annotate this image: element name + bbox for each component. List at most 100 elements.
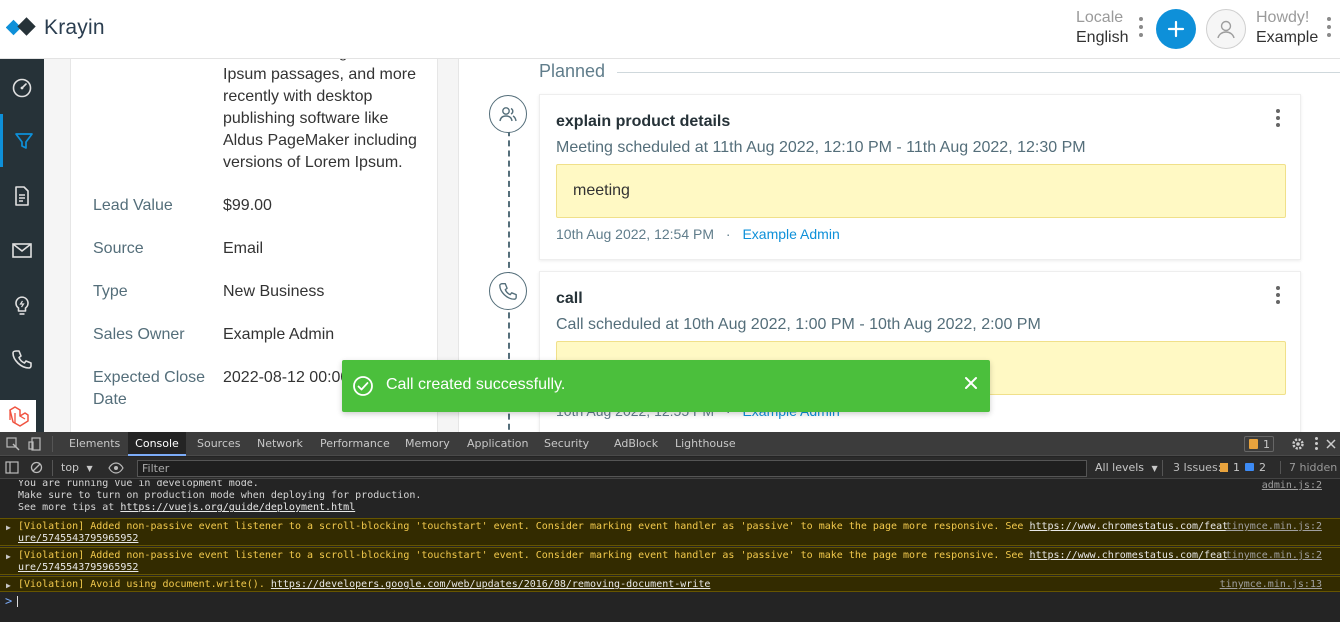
log-link[interactable]: https://www.chromestatus.com/feat xyxy=(1029,550,1228,561)
dashboard-icon xyxy=(12,78,32,97)
log-link[interactable]: https://developers.google.com/web/update… xyxy=(271,579,711,590)
dropdown-arrow-icon: ▼ xyxy=(86,464,93,473)
activity-created-at: 10th Aug 2022, 12:54 PM xyxy=(556,226,715,242)
sidebar xyxy=(0,59,44,432)
console-filter-input[interactable] xyxy=(137,460,1087,477)
tab-application[interactable]: Application xyxy=(465,432,530,456)
sidebar-item-activities[interactable] xyxy=(0,278,44,331)
user-icon xyxy=(1217,20,1235,39)
user-avatar[interactable] xyxy=(1206,9,1246,49)
log-entry-violation[interactable]: ▶ [Violation] Avoid using document.write… xyxy=(0,576,1340,592)
activity-note: meeting xyxy=(556,164,1286,218)
quick-create-button[interactable] xyxy=(1156,9,1196,49)
top-header: Krayin Locale English Howdy! Example xyxy=(0,0,1340,59)
sidebar-toggle-icon[interactable] xyxy=(5,461,19,474)
attr-value: Example Admin xyxy=(223,326,335,343)
activity-author-link[interactable]: Example Admin xyxy=(742,226,839,242)
log-source-link[interactable]: admin.js:2 xyxy=(1262,480,1322,492)
issues-count: 1 xyxy=(1263,438,1270,451)
meta-separator: · xyxy=(725,226,731,242)
user-more-icon[interactable] xyxy=(1326,17,1332,41)
log-text: [Violation] Avoid using document.write()… xyxy=(18,579,271,590)
devtools-panel: Elements Console Sources Network Perform… xyxy=(0,432,1340,622)
log-entry-violation[interactable]: ▶ [Violation] Added non-passive event li… xyxy=(0,547,1340,575)
tab-lighthouse[interactable]: Lighthouse xyxy=(673,432,738,456)
tab-performance[interactable]: Performance xyxy=(318,432,392,456)
expand-arrow-icon[interactable]: ▶ xyxy=(6,580,11,592)
log-link[interactable]: https://vuejs.org/guide/deployment.html xyxy=(120,502,355,513)
lightbulb-icon xyxy=(15,295,29,315)
document-icon xyxy=(15,185,29,206)
timeline-call-marker xyxy=(489,272,527,310)
activity-more-icon[interactable] xyxy=(1275,286,1281,307)
log-source-link[interactable]: tinymce.min.js:2 xyxy=(1226,550,1322,562)
clear-console-icon[interactable] xyxy=(30,461,43,474)
sidebar-item-mail[interactable] xyxy=(0,223,44,276)
app-root: Krayin Locale English Howdy! Example Ips… xyxy=(0,0,1340,622)
devtools-tabbar: Elements Console Sources Network Perform… xyxy=(0,432,1340,456)
dropdown-arrow-icon: ▼ xyxy=(1151,464,1158,473)
expand-arrow-icon[interactable]: ▶ xyxy=(6,551,11,563)
gear-icon[interactable] xyxy=(1291,437,1305,451)
issues-counter-button[interactable]: 1 xyxy=(1244,436,1274,452)
text-caret xyxy=(17,596,18,607)
tab-sources[interactable]: Sources xyxy=(195,432,243,456)
lead-description: sheets containing Lorem Ipsum passages, … xyxy=(223,59,417,171)
log-link-continued[interactable]: ure/5745543795965952 xyxy=(18,533,138,544)
log-source-link[interactable]: tinymce.min.js:2 xyxy=(1226,521,1322,533)
sidebar-item-quotes[interactable] xyxy=(0,169,44,222)
planned-heading: Planned xyxy=(539,61,618,82)
attr-value: Email xyxy=(223,240,264,257)
tab-console[interactable]: Console xyxy=(128,432,186,456)
issues-summary[interactable]: 3 Issues: 1 2 xyxy=(1162,460,1274,476)
log-levels-selector[interactable]: All levels ▼ xyxy=(1095,461,1158,474)
close-icon[interactable] xyxy=(962,374,980,392)
brand-logo[interactable]: Krayin xyxy=(6,16,105,40)
device-toggle-icon[interactable] xyxy=(28,437,42,451)
user-name: Example xyxy=(1256,29,1319,46)
log-link-continued[interactable]: ure/5745543795965952 xyxy=(18,562,138,573)
tab-security[interactable]: Security xyxy=(542,432,591,456)
log-line: You are running Vue in development mode. xyxy=(18,480,259,489)
activity-more-icon[interactable] xyxy=(1275,109,1281,130)
section-divider xyxy=(614,72,1340,73)
log-source-link[interactable]: tinymce.min.js:13 xyxy=(1220,579,1322,591)
user-menu[interactable]: Howdy! Example xyxy=(1256,9,1318,47)
inspect-element-icon[interactable] xyxy=(6,437,20,451)
log-line: See more tips at xyxy=(18,502,121,513)
hidden-count: 7 hidden xyxy=(1280,461,1337,474)
log-text: [Violation] Added non-passive event list… xyxy=(18,550,1030,561)
tab-adblock[interactable]: AdBlock xyxy=(612,432,660,456)
meeting-icon xyxy=(499,107,517,122)
console-prompt-row[interactable]: > xyxy=(0,593,1340,609)
activity-card-meeting[interactable]: explain product details Meeting schedule… xyxy=(539,94,1301,260)
attr-label: Sales Owner xyxy=(93,326,185,343)
mail-icon xyxy=(12,242,32,258)
log-link[interactable]: https://www.chromestatus.com/feat xyxy=(1029,521,1228,532)
expand-arrow-icon[interactable]: ▶ xyxy=(6,522,11,534)
tab-memory[interactable]: Memory xyxy=(403,432,452,456)
brand-name: Krayin xyxy=(44,16,105,39)
sidebar-item-dashboard[interactable] xyxy=(0,61,44,114)
laravel-icon xyxy=(9,406,29,427)
devtools-more-icon[interactable] xyxy=(1314,437,1320,454)
locale-switcher[interactable]: Locale English xyxy=(1076,9,1128,47)
sidebar-item-leads[interactable] xyxy=(0,114,44,167)
check-circle-icon xyxy=(353,376,373,396)
locale-more-icon[interactable] xyxy=(1138,17,1144,41)
sidebar-item-laravel[interactable] xyxy=(0,400,40,432)
tab-network[interactable]: Network xyxy=(255,432,305,456)
activity-meta: 10th Aug 2022, 12:54 PM · Example Admin xyxy=(556,226,840,242)
funnel-icon xyxy=(14,132,33,149)
attr-value: $99.00 xyxy=(223,197,272,214)
log-entry-violation[interactable]: ▶ [Violation] Added non-passive event li… xyxy=(0,518,1340,546)
sidebar-item-contacts[interactable] xyxy=(0,332,44,385)
console-output: You are running Vue in development mode.… xyxy=(0,480,1340,622)
success-toast: Call created successfully. xyxy=(342,360,990,412)
tab-elements[interactable]: Elements xyxy=(67,432,122,456)
issues-warn-count: 1 xyxy=(1233,461,1240,474)
close-devtools-icon[interactable] xyxy=(1325,438,1337,450)
timeline-meeting-marker xyxy=(489,95,527,133)
eye-icon[interactable] xyxy=(108,462,124,474)
context-selector[interactable]: top ▼ xyxy=(61,461,93,474)
